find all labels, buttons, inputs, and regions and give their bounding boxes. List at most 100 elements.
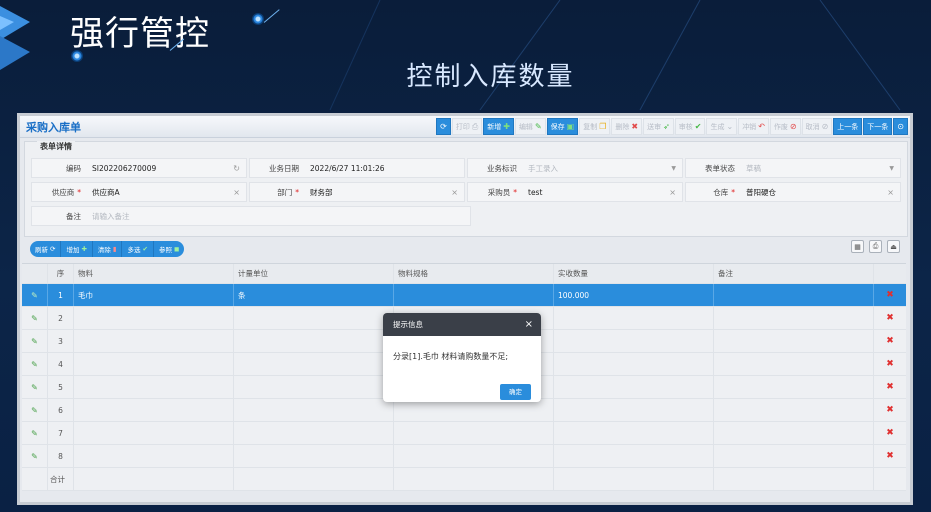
grid-multi-select-button[interactable]: 多选 ✔ <box>122 241 154 257</box>
row-note[interactable] <box>714 353 874 375</box>
settings-button[interactable]: ⊙ <box>893 118 908 135</box>
row-material[interactable] <box>74 422 234 444</box>
table-row[interactable]: ✎ 6 ✖ <box>22 399 906 422</box>
row-spec[interactable] <box>394 284 554 306</box>
cancel-button[interactable]: 取消 ⊘ <box>801 118 833 135</box>
row-unit[interactable] <box>234 307 394 329</box>
row-note[interactable] <box>714 330 874 352</box>
row-qty[interactable] <box>554 422 714 444</box>
row-note[interactable] <box>714 422 874 444</box>
row-material[interactable] <box>74 376 234 398</box>
row-qty[interactable] <box>554 330 714 352</box>
biz-flag-field[interactable]: 业务标识 手工录入 ▼ <box>467 158 683 178</box>
supplier-field[interactable]: 供应商 * 供应商A × <box>31 182 247 202</box>
ok-button[interactable]: 确定 <box>500 384 531 400</box>
submit-button[interactable]: 送审 ➶ <box>643 118 674 135</box>
row-spec[interactable] <box>394 445 554 467</box>
row-material[interactable]: 毛巾 <box>74 284 234 306</box>
generate-button[interactable]: 生成 ⌄ <box>706 118 738 135</box>
dept-field[interactable]: 部门 * 财务部 × <box>249 182 465 202</box>
row-note[interactable] <box>714 399 874 421</box>
delete-row-icon[interactable]: ✖ <box>874 422 906 444</box>
row-material[interactable] <box>74 445 234 467</box>
edit-icon[interactable]: ✎ <box>22 353 48 375</box>
row-unit[interactable] <box>234 399 394 421</box>
print-button[interactable]: 打印 ⎙ <box>451 118 483 135</box>
row-qty[interactable]: 100.000 <box>554 284 714 306</box>
prev-record-button[interactable]: 上一条 <box>833 118 863 135</box>
save-button[interactable]: 保存 ▣ <box>546 118 579 135</box>
row-note[interactable] <box>714 376 874 398</box>
clear-icon[interactable]: × <box>451 188 458 197</box>
row-note[interactable] <box>714 307 874 329</box>
delete-row-icon[interactable]: ✖ <box>874 330 906 352</box>
grid-add-button[interactable]: 增加 ✚ <box>61 241 93 257</box>
warehouse-field[interactable]: 仓库 * 普阳硬仓 × <box>685 182 901 202</box>
row-unit[interactable] <box>234 376 394 398</box>
table-row[interactable]: ✎ 1 毛巾条 100.000 ✖ <box>22 284 906 307</box>
edit-icon[interactable]: ✎ <box>22 330 48 352</box>
header-material: 物料 <box>74 264 234 283</box>
grid-refresh-button[interactable]: 刷新 ⟳ <box>30 241 62 257</box>
edit-icon[interactable]: ✎ <box>22 284 48 306</box>
row-qty[interactable] <box>554 399 714 421</box>
row-material[interactable] <box>74 330 234 352</box>
copy-button[interactable]: 复制 ❐ <box>579 118 611 135</box>
row-qty[interactable] <box>554 376 714 398</box>
edit-icon[interactable]: ✎ <box>22 445 48 467</box>
refresh-button[interactable]: ⟳ <box>436 118 451 135</box>
delete-row-icon[interactable]: ✖ <box>874 376 906 398</box>
clear-icon[interactable]: × <box>233 188 240 197</box>
row-material[interactable] <box>74 353 234 375</box>
row-unit[interactable] <box>234 422 394 444</box>
edit-icon[interactable]: ✎ <box>22 399 48 421</box>
grid-reference-button[interactable]: 参照 ◼ <box>153 241 185 257</box>
table-row[interactable]: ✎ 7 ✖ <box>22 422 906 445</box>
edit-icon[interactable]: ✎ <box>22 307 48 329</box>
row-qty[interactable] <box>554 445 714 467</box>
remark-field[interactable]: 备注 请输入备注 <box>31 206 471 226</box>
approve-button[interactable]: 审核 ✔ <box>674 118 706 135</box>
edit-icon[interactable]: ✎ <box>22 422 48 444</box>
grid-layout-icon[interactable]: ▦ <box>851 240 864 253</box>
reverse-button[interactable]: 冲销 ↶ <box>738 118 769 135</box>
delete-row-icon[interactable]: ✖ <box>874 399 906 421</box>
row-unit[interactable] <box>234 445 394 467</box>
date-field[interactable]: 业务日期 2022/6/27 11:01:26 <box>249 158 465 178</box>
new-button[interactable]: 新增 ✚ <box>483 118 514 135</box>
clear-icon[interactable]: × <box>887 188 894 197</box>
message-dialog: 提示信息 × 分录[1].毛巾 材料请购数量不足; 确定 <box>383 313 541 402</box>
delete-row-icon[interactable]: ✖ <box>874 353 906 375</box>
print-icon[interactable]: ⎙ <box>869 240 882 253</box>
buyer-field[interactable]: 采购员 * test × <box>467 182 683 202</box>
row-qty[interactable] <box>554 353 714 375</box>
code-field[interactable]: 编码 SI202206270009 ↻ <box>31 158 247 178</box>
table-row[interactable]: ✎ 8 ✖ <box>22 445 906 468</box>
row-spec[interactable] <box>394 399 554 421</box>
clear-icon[interactable]: × <box>669 188 676 197</box>
row-note[interactable] <box>714 284 874 306</box>
row-spec[interactable] <box>394 422 554 444</box>
dialog-message: 分录[1].毛巾 材料请购数量不足; <box>393 352 509 361</box>
status-field[interactable]: 表单状态 草稿 ▼ <box>685 158 901 178</box>
delete-row-icon[interactable]: ✖ <box>874 307 906 329</box>
edit-icon[interactable]: ✎ <box>22 376 48 398</box>
row-unit[interactable] <box>234 353 394 375</box>
edit-button[interactable]: 编辑 ✎ <box>514 118 546 135</box>
delete-row-icon[interactable]: ✖ <box>874 284 906 306</box>
void-button[interactable]: 作废 ⊘ <box>769 118 801 135</box>
next-record-button[interactable]: 下一条 <box>863 118 893 135</box>
row-qty[interactable] <box>554 307 714 329</box>
delete-row-icon[interactable]: ✖ <box>874 445 906 467</box>
close-icon[interactable]: × <box>525 319 533 330</box>
refresh-icon[interactable]: ↻ <box>233 164 240 173</box>
row-material[interactable] <box>74 399 234 421</box>
remark-input[interactable]: 请输入备注 <box>92 211 130 222</box>
export-icon[interactable]: ⏏ <box>887 240 900 253</box>
grid-clear-button[interactable]: 清除 ▮ <box>92 241 123 257</box>
row-unit[interactable]: 条 <box>234 284 394 306</box>
row-note[interactable] <box>714 445 874 467</box>
delete-button[interactable]: 删除 ✖ <box>611 118 643 135</box>
row-unit[interactable] <box>234 330 394 352</box>
row-material[interactable] <box>74 307 234 329</box>
